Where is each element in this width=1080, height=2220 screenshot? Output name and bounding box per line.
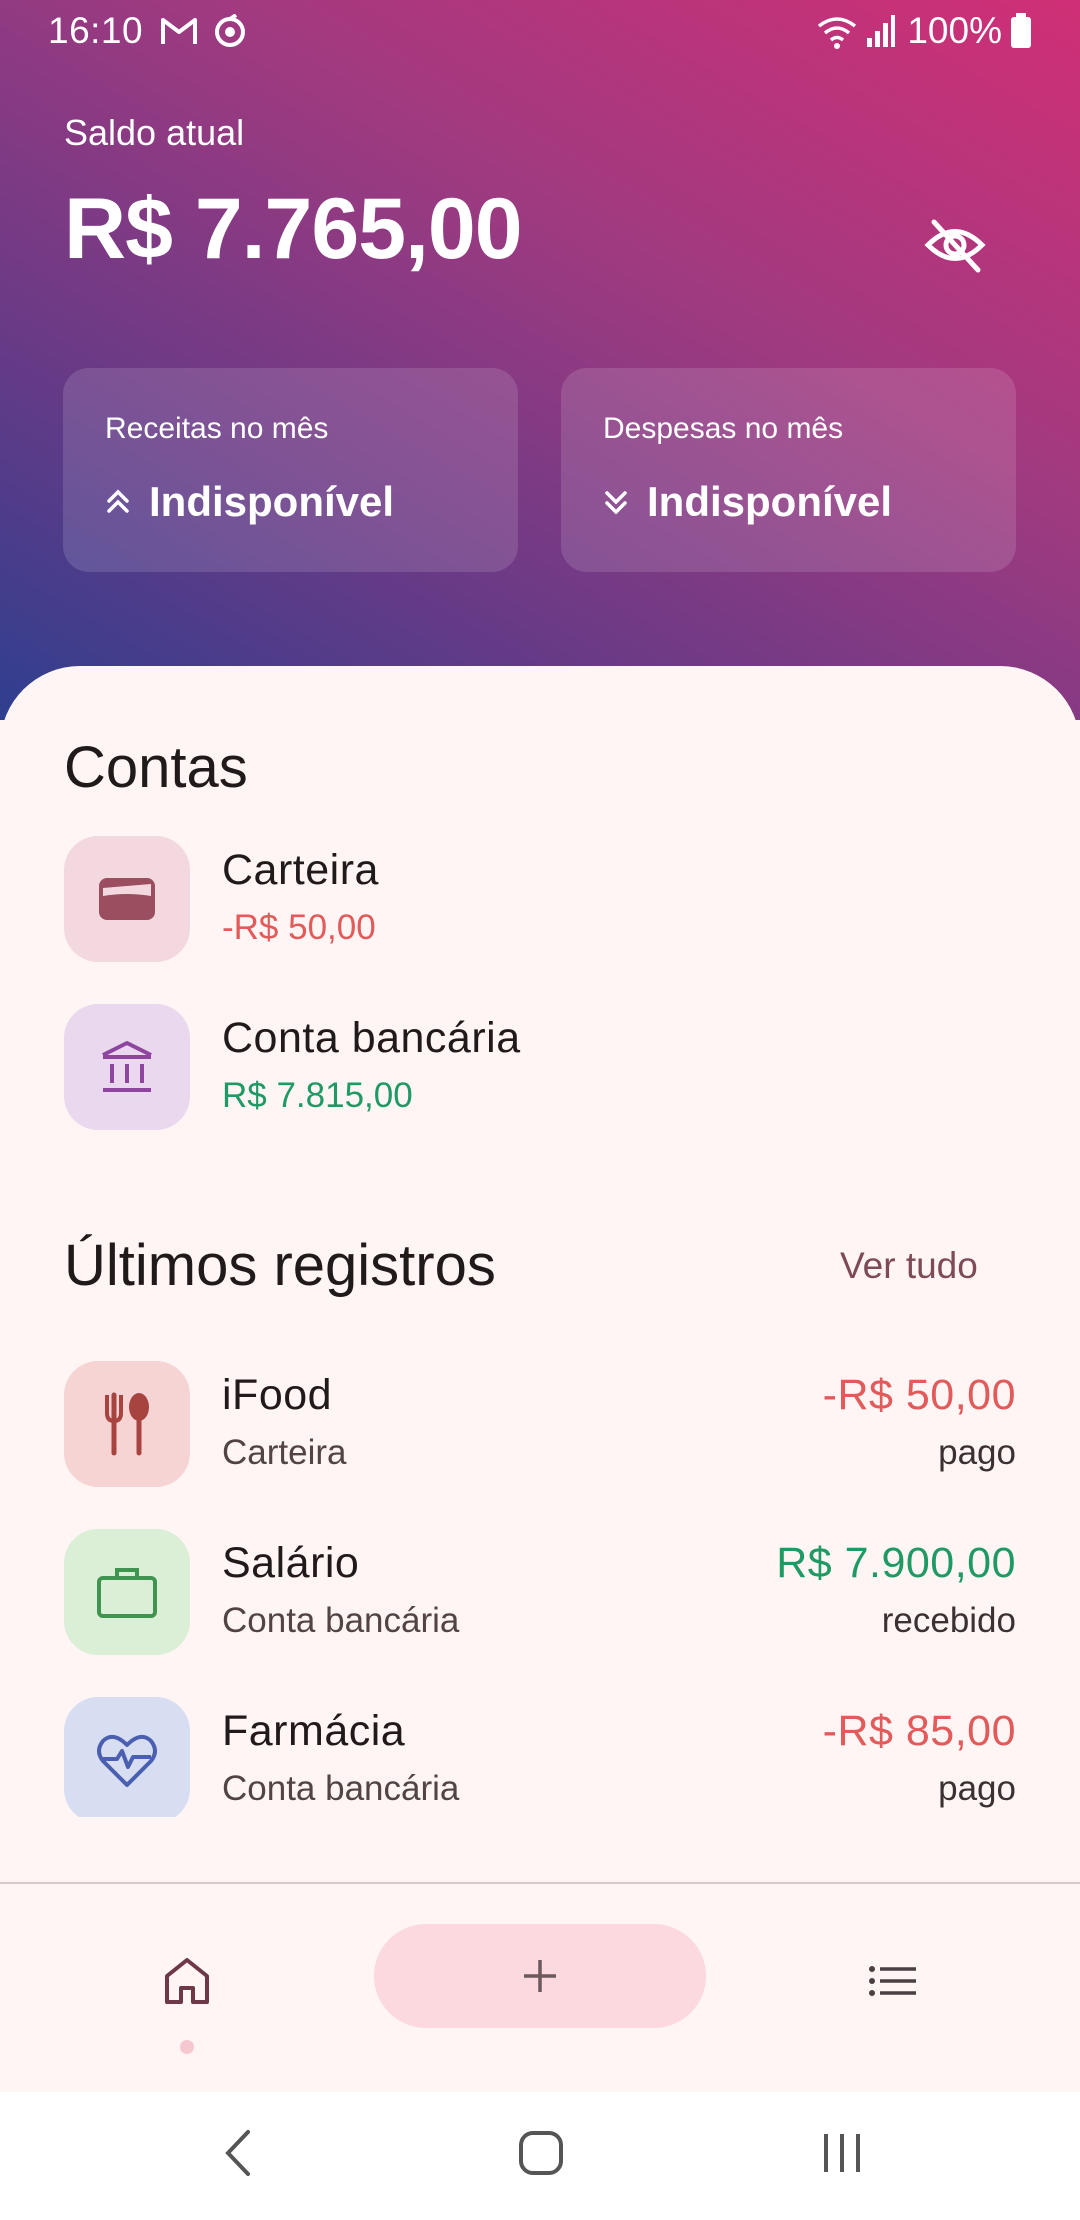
- battery-icon: [1011, 13, 1031, 48]
- income-label: Receitas no mês: [105, 412, 329, 445]
- bottom-navigation: [0, 1882, 1080, 2092]
- record-amount: -R$ 85,00: [822, 1707, 1016, 1755]
- record-account: Conta bancária: [222, 1601, 460, 1640]
- account-balance: R$ 7.815,00: [222, 1076, 413, 1115]
- record-account: Carteira: [222, 1433, 347, 1472]
- record-title: iFood: [222, 1371, 333, 1419]
- bank-icon: [64, 1004, 190, 1130]
- balance-value: R$ 7.765,00: [64, 181, 523, 277]
- account-balance: -R$ 50,00: [222, 908, 376, 947]
- records-title: Últimos registros: [64, 1233, 496, 1298]
- status-bar: 16:10 100%: [0, 0, 1080, 62]
- chevrons-down-icon: [605, 491, 627, 515]
- account-row[interactable]: Conta bancária R$ 7.815,00: [64, 1004, 1016, 1130]
- active-indicator: [180, 2040, 194, 2054]
- battery-status: 100%: [907, 10, 1032, 52]
- record-row[interactable]: iFood Carteira -R$ 50,00 pago: [64, 1361, 1016, 1487]
- expense-value: Indisponível: [647, 478, 893, 525]
- chevrons-up-icon: [107, 489, 129, 513]
- expense-card[interactable]: Despesas no mês Indisponível: [561, 368, 1016, 572]
- balance-label: Saldo atual: [64, 112, 245, 153]
- back-icon[interactable]: [222, 2128, 254, 2183]
- see-all-link[interactable]: Ver tudo: [840, 1245, 978, 1287]
- add-button[interactable]: [374, 1924, 706, 2028]
- account-row[interactable]: Carteira -R$ 50,00: [64, 836, 1016, 962]
- list-icon[interactable]: [866, 1954, 920, 2008]
- record-title: Salário: [222, 1539, 360, 1587]
- wallet-icon: [64, 836, 190, 962]
- home-system-icon[interactable]: [518, 2128, 564, 2183]
- gmail-icon: [160, 14, 198, 53]
- balance-header: [0, 0, 1080, 720]
- accounts-title: Contas: [64, 735, 248, 800]
- system-navigation-bar: [0, 2092, 1080, 2220]
- account-name: Conta bancária: [222, 1014, 521, 1062]
- record-status: pago: [938, 1433, 1016, 1472]
- restaurant-icon: [64, 1361, 190, 1487]
- record-title: Farmácia: [222, 1707, 406, 1755]
- eye-off-icon[interactable]: [920, 210, 990, 280]
- account-name: Carteira: [222, 846, 379, 894]
- income-card[interactable]: Receitas no mês Indisponível: [63, 368, 518, 572]
- battery-percent: 100%: [907, 10, 1002, 51]
- record-amount: -R$ 50,00: [822, 1371, 1016, 1419]
- income-value: Indisponível: [149, 478, 395, 525]
- add-icon: [524, 1960, 556, 1992]
- signal-icon: [866, 14, 896, 53]
- wifi-icon: [815, 14, 859, 55]
- record-row[interactable]: Salário Conta bancária R$ 7.900,00 receb…: [64, 1529, 1016, 1655]
- recents-icon[interactable]: [820, 2128, 864, 2183]
- heart-pulse-icon: [64, 1697, 190, 1817]
- briefcase-icon: [64, 1529, 190, 1655]
- record-amount: R$ 7.900,00: [776, 1539, 1016, 1587]
- record-row[interactable]: Farmácia Conta bancária -R$ 85,00 pago: [64, 1697, 1016, 1817]
- record-status: recebido: [881, 1601, 1016, 1640]
- record-status: pago: [938, 1769, 1016, 1808]
- record-account: Conta bancária: [222, 1769, 460, 1808]
- expense-label: Despesas no mês: [603, 412, 844, 445]
- status-time: 16:10: [48, 10, 144, 51]
- home-icon[interactable]: [157, 1950, 217, 2010]
- sync-icon: [212, 13, 248, 55]
